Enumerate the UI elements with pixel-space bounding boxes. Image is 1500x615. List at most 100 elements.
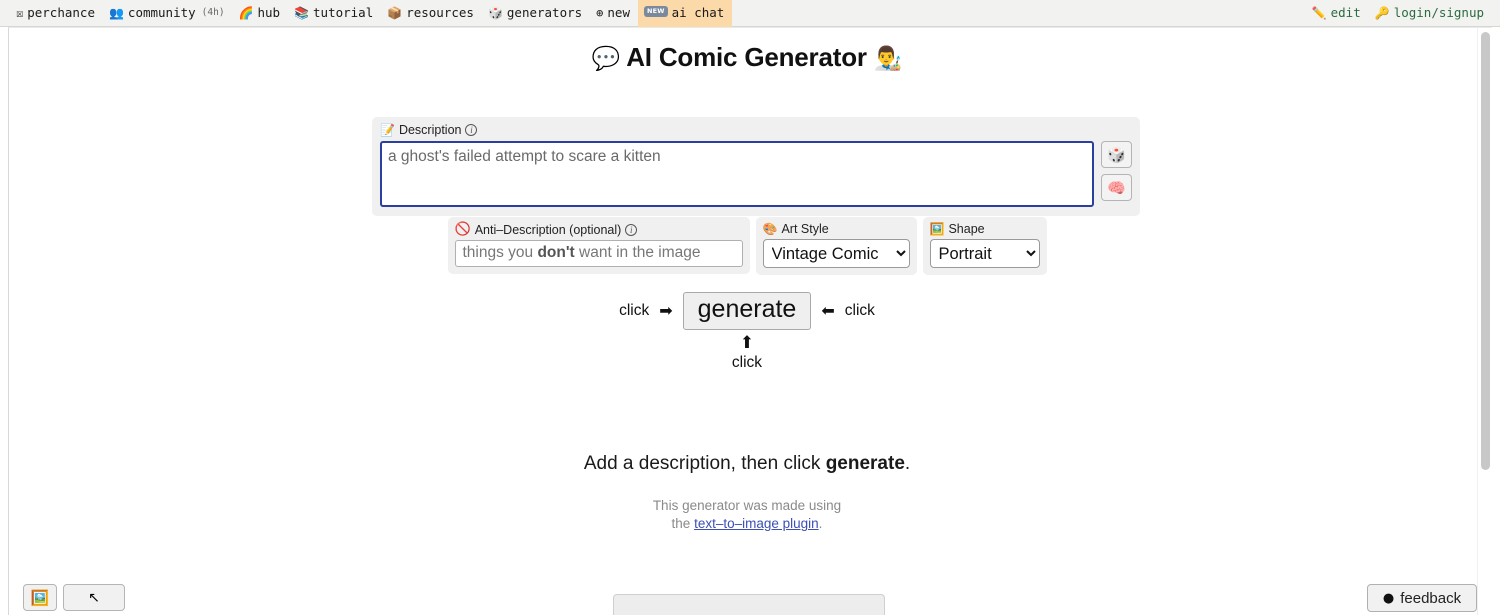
people-icon: 👥 (108, 5, 124, 20)
speech-bubble-icon: 💬 (591, 46, 621, 72)
description-input[interactable] (380, 141, 1094, 207)
picture-icon: 🖼️ (929, 222, 945, 236)
page-title-text: AI Comic Generator (626, 42, 867, 72)
pencil-icon: ✏️ (1311, 5, 1327, 20)
shape-label: 🖼️ Shape (930, 222, 1040, 236)
ai-suggest-description-button[interactable]: 🧠 (1101, 174, 1132, 201)
credit-text: This generator was made using the text–t… (9, 497, 1485, 533)
books-icon: 📚 (294, 5, 310, 20)
shape-select[interactable]: Portrait (929, 239, 1040, 268)
description-panel: 📝 Description i 🎲 🧠 (372, 117, 1140, 216)
dice-icon: 🎲 (1107, 145, 1126, 164)
feedback-label: feedback (1400, 589, 1462, 607)
generate-button[interactable]: generate (682, 292, 812, 330)
nav-item-generators[interactable]: 🎲 generators (482, 0, 590, 27)
description-row: 🎲 🧠 (380, 141, 1132, 207)
status-message: Add a description, then click generate. (9, 453, 1485, 475)
arrow-up-icon: ⬆ (739, 332, 755, 353)
dice-icon: 🎲 (487, 5, 503, 20)
package-icon: 📦 (387, 5, 403, 20)
art-style-panel: 🎨 Art Style Vintage Comic (755, 217, 917, 275)
nav-item-edit[interactable]: ✏️ edit (1306, 0, 1369, 27)
nav-label-community: community (127, 5, 196, 20)
rainbow-icon: 🌈 (238, 5, 254, 20)
info-icon[interactable]: i (465, 124, 478, 136)
prohibited-icon: 🚫 (454, 222, 471, 237)
nav-label-generators: generators (506, 5, 583, 20)
status-bold: generate (825, 453, 905, 474)
palette-icon: 🎨 (762, 222, 778, 236)
art-style-label-text: Art Style (781, 222, 829, 236)
arrow-right-icon: ➡ (659, 301, 673, 321)
generate-row: click ➡ generate ⬅ click (9, 292, 1485, 330)
shape-panel: 🖼️ Shape Portrait (922, 217, 1047, 275)
scrollbar-thumb[interactable] (1481, 32, 1490, 470)
nav-label-perchance: perchance (27, 5, 95, 20)
artist-icon: 👨‍🎨 (873, 46, 903, 72)
credit-line-2: the text–to–image plugin. (9, 515, 1485, 533)
click-hint-right: click (844, 301, 875, 319)
status-pre: Add a description, then click (583, 453, 826, 474)
nav-label-login-signup: login/signup (1393, 5, 1484, 20)
art-style-select[interactable]: Vintage Comic (762, 239, 910, 268)
nav-item-ai-chat[interactable]: NEW ai chat (637, 0, 733, 27)
status-post: . (904, 453, 911, 474)
speech-bubble-icon: ● (1382, 590, 1395, 606)
vertical-scrollbar[interactable] (1477, 28, 1492, 615)
nav-item-perchance[interactable]: ☒ perchance (10, 0, 103, 27)
status-section: Add a description, then click generate. … (9, 453, 1485, 533)
credit-line-1: This generator was made using (652, 498, 842, 513)
nav-label-resources: resources (406, 5, 474, 20)
generator-content: 💬 AI Comic Generator 👨‍🎨 📝 Description i… (9, 28, 1485, 615)
cursor-arrow-icon: ↖ (88, 589, 100, 606)
brain-icon: 🧠 (1107, 178, 1126, 197)
description-label-text: Description (398, 123, 462, 137)
anti-description-label: 🚫 Anti–Description (optional) i (455, 222, 743, 237)
randomize-description-button[interactable]: 🎲 (1101, 141, 1132, 168)
bottom-output-panel (613, 594, 885, 615)
nav-item-hub[interactable]: 🌈 hub (233, 0, 289, 27)
text-to-image-plugin-link[interactable]: text–to–image plugin (694, 516, 819, 531)
nav-label-hub: hub (257, 5, 281, 20)
memo-icon: 📝 (380, 123, 395, 137)
anti-description-panel: 🚫 Anti–Description (optional) i things y… (447, 217, 750, 274)
select-cursor-button[interactable]: ↖ (63, 584, 125, 611)
nav-item-resources[interactable]: 📦 resources (381, 0, 482, 27)
description-side-buttons: 🎲 🧠 (1101, 141, 1132, 201)
nav-community-timestamp: (4h) (201, 7, 225, 18)
generate-section: click ➡ generate ⬅ click ⬆ click (9, 292, 1485, 372)
key-icon: 🔑 (1374, 5, 1390, 20)
nav-left-group: ☒ perchance 👥 community (4h) 🌈 hub 📚 tut… (0, 0, 733, 27)
feedback-button[interactable]: ● feedback (1367, 584, 1477, 612)
gallery-button[interactable]: 🖼️ (23, 584, 57, 611)
shape-label-text: Shape (948, 222, 985, 236)
anti-description-label-text: Anti–Description (optional) (474, 222, 622, 237)
click-hint-left: click (619, 301, 650, 319)
top-navigation-bar: ☒ perchance 👥 community (4h) 🌈 hub 📚 tut… (0, 0, 1500, 27)
nav-item-community[interactable]: 👥 community (4h) (103, 0, 233, 27)
credit-post: . (818, 516, 823, 532)
nav-label-new: new (607, 5, 630, 20)
perchance-logo-icon: ☒ (16, 5, 24, 20)
nav-item-tutorial[interactable]: 📚 tutorial (288, 0, 381, 27)
anti-description-input[interactable] (454, 240, 743, 267)
nav-label-ai-chat: ai chat (671, 5, 725, 20)
options-row: 🚫 Anti–Description (optional) i things y… (9, 217, 1485, 275)
info-icon[interactable]: i (625, 223, 638, 236)
arrow-left-icon: ⬅ (821, 301, 835, 321)
nav-item-new[interactable]: ⊕ new (590, 0, 638, 27)
plus-circle-icon: ⊕ (596, 5, 604, 20)
nav-label-tutorial: tutorial (313, 5, 374, 20)
gallery-icon: 🖼️ (30, 588, 50, 607)
new-badge: NEW (643, 6, 668, 17)
nav-right-group: ✏️ edit 🔑 login/signup (1306, 0, 1500, 27)
page-title: 💬 AI Comic Generator 👨‍🎨 (9, 42, 1485, 73)
nav-item-login-signup[interactable]: 🔑 login/signup (1369, 0, 1492, 27)
generate-below-hint: ⬆ click (9, 334, 1485, 373)
credit-pre: the (671, 516, 695, 532)
art-style-label: 🎨 Art Style (763, 222, 910, 236)
generator-frame: 💬 AI Comic Generator 👨‍🎨 📝 Description i… (8, 27, 1492, 615)
click-hint-below: click (731, 354, 763, 372)
description-label: 📝 Description i (380, 123, 1132, 137)
nav-label-edit: edit (1330, 5, 1361, 20)
